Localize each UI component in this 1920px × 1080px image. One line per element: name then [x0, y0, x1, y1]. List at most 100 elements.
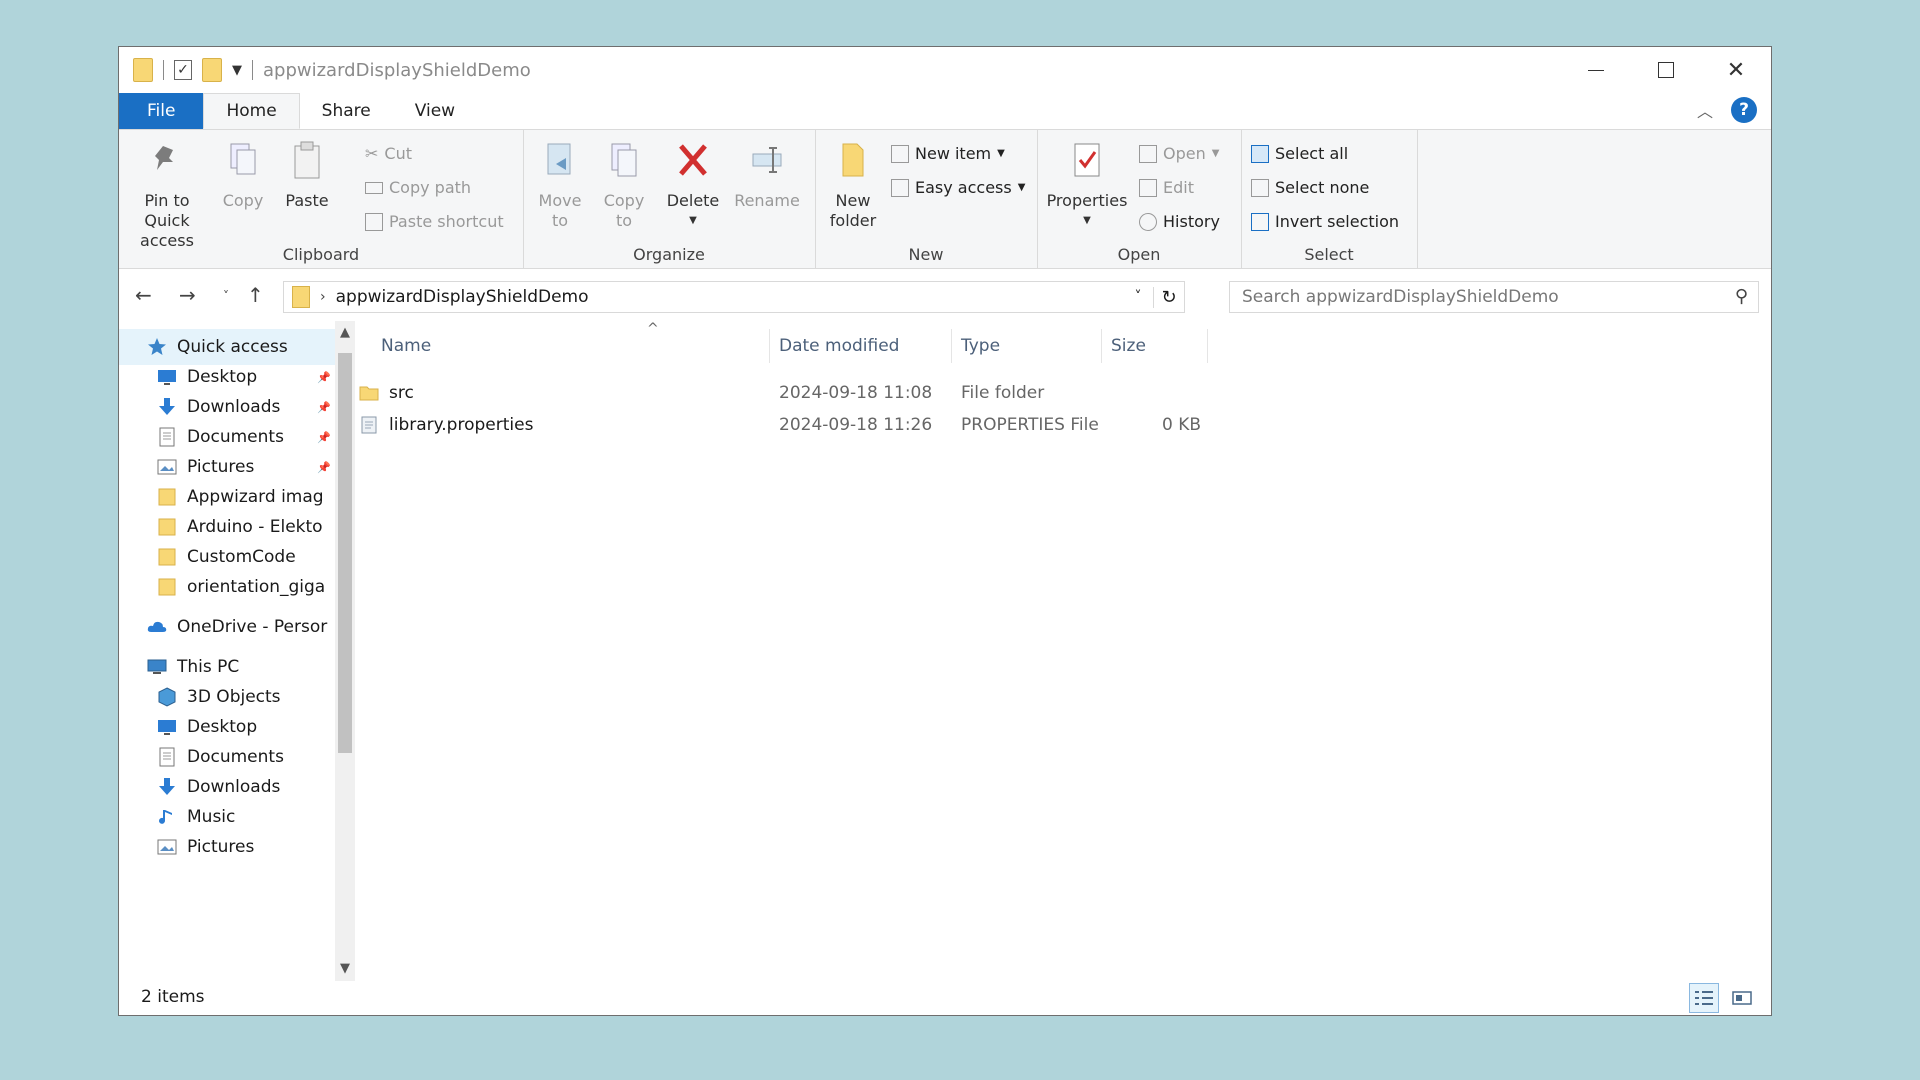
file-icon	[361, 416, 377, 434]
easy-access-label: Easy access	[915, 178, 1012, 197]
table-row[interactable]: library.properties 2024-09-18 11:26 PROP…	[355, 409, 1255, 441]
copy-to-button[interactable]: Copy to	[597, 140, 651, 231]
pin-to-quick-access-button[interactable]: Pin to Quick access	[127, 140, 207, 251]
copy-path-label: Copy path	[389, 178, 472, 197]
download-icon	[159, 778, 175, 795]
up-arrow-icon[interactable]: ↑	[247, 283, 264, 307]
folder-icon	[359, 386, 379, 401]
folder-icon	[292, 286, 310, 308]
new-folder-label-2: folder	[829, 211, 877, 230]
easy-access-icon	[891, 178, 909, 197]
column-size[interactable]: Size	[1111, 321, 1146, 371]
scroll-up-icon[interactable]: ▲	[335, 325, 355, 340]
desktop-icon	[158, 370, 176, 385]
copy-path-button[interactable]: Copy path	[365, 178, 471, 197]
delete-dropdown-icon[interactable]: ▼	[663, 211, 723, 231]
new-group-label: New	[908, 245, 944, 264]
collapse-ribbon-icon[interactable]: ︿	[1697, 98, 1713, 122]
column-type[interactable]: Type	[961, 321, 1000, 371]
column-divider[interactable]	[951, 329, 952, 363]
window-title: appwizardDisplayShieldDemo	[263, 59, 531, 81]
close-button[interactable]: ✕	[1701, 47, 1771, 93]
recent-locations-icon[interactable]: ˅	[223, 289, 229, 303]
tab-view[interactable]: View	[393, 93, 477, 129]
pin-label-1: Pin to Quick	[144, 191, 190, 230]
document-icon	[159, 747, 175, 767]
new-folder-icon[interactable]	[202, 58, 222, 82]
column-name[interactable]: Name	[381, 321, 431, 371]
select-group-label: Select	[1304, 245, 1354, 264]
refresh-icon[interactable]: ↻	[1153, 286, 1184, 308]
pin-icon[interactable]: 📌	[317, 371, 331, 384]
sidebar-item[interactable]: OneDrive - Persor	[119, 609, 335, 645]
minimize-button[interactable]	[1561, 47, 1631, 93]
date-cell: 2024-09-18 11:08	[779, 383, 933, 403]
back-arrow-icon[interactable]: ←	[135, 283, 152, 307]
properties-label: Properties	[1046, 191, 1128, 210]
column-divider[interactable]	[1101, 329, 1102, 363]
open-label: Open	[1163, 144, 1206, 163]
column-divider[interactable]	[769, 329, 770, 363]
pin-icon[interactable]: 📌	[317, 431, 331, 444]
select-all-button[interactable]: Select all	[1251, 144, 1348, 163]
delete-button[interactable]: Delete ▼	[663, 140, 723, 231]
sidebar-item-label: This PC	[177, 657, 240, 677]
name-cell: library.properties	[359, 409, 533, 441]
new-item-button[interactable]: New item ▼	[891, 144, 1005, 163]
table-row[interactable]: src 2024-09-18 11:08 File folder	[355, 377, 1255, 409]
sidebar-item[interactable]: orientation_giga	[119, 569, 335, 605]
rename-button[interactable]: Rename	[731, 140, 803, 211]
paste-shortcut-button[interactable]: Paste shortcut	[365, 212, 504, 231]
column-date-modified[interactable]: Date modified	[779, 321, 899, 371]
sidebar-item-label: Downloads	[187, 397, 281, 417]
new-folder-button[interactable]: New folder	[823, 140, 883, 231]
select-none-button[interactable]: Select none	[1251, 178, 1369, 197]
move-to-label-2: to	[551, 211, 569, 230]
select-none-label: Select none	[1275, 178, 1370, 197]
tab-home[interactable]: Home	[203, 93, 300, 129]
large-icons-view-button[interactable]	[1727, 983, 1757, 1013]
tab-share[interactable]: Share	[300, 93, 393, 129]
scrollbar-thumb[interactable]	[338, 353, 352, 753]
edit-button[interactable]: Edit	[1139, 178, 1194, 197]
dropdown-arrow-icon: ▼	[1017, 182, 1026, 193]
details-view-button[interactable]	[1689, 983, 1719, 1013]
invert-selection-button[interactable]: Invert selection	[1251, 212, 1399, 231]
folder-icon	[133, 58, 153, 82]
cut-button[interactable]: ✂ Cut	[365, 144, 412, 163]
properties-dropdown-icon[interactable]: ▼	[1045, 211, 1129, 231]
maximize-button[interactable]	[1631, 47, 1701, 93]
move-to-button[interactable]: Move to	[533, 140, 587, 231]
pin-icon[interactable]: 📌	[317, 401, 331, 414]
paste-button[interactable]: Paste	[279, 140, 335, 211]
breadcrumb[interactable]: appwizardDisplayShieldDemo	[336, 287, 589, 307]
open-button[interactable]: Open ▼	[1139, 144, 1219, 163]
column-divider[interactable]	[1207, 329, 1208, 363]
copy-button[interactable]: Copy	[215, 140, 271, 211]
address-bar[interactable]: › appwizardDisplayShieldDemo ˅ ↻	[283, 281, 1185, 313]
breadcrumb-chevron-icon[interactable]: ›	[320, 289, 326, 305]
copy-to-label-1: Copy	[603, 191, 645, 210]
forward-arrow-icon[interactable]: →	[179, 283, 196, 307]
help-icon[interactable]: ?	[1731, 97, 1757, 123]
search-icon[interactable]: ⚲	[1735, 286, 1748, 307]
scroll-down-icon[interactable]: ▼	[335, 961, 355, 976]
tab-file[interactable]: File	[119, 93, 204, 129]
ribbon-controls: ︿ ?	[1697, 97, 1757, 123]
select-none-icon	[1251, 178, 1269, 197]
copy-to-label-2: to	[615, 211, 633, 230]
properties-check-icon[interactable]: ✓	[174, 60, 192, 80]
customize-toolbar-icon[interactable]: ▼	[232, 63, 242, 78]
properties-button[interactable]: Properties ▼	[1045, 140, 1129, 231]
item-count: 2 items	[141, 987, 205, 1007]
sidebar-item-label: Downloads	[187, 777, 281, 797]
invert-selection-icon	[1251, 212, 1269, 231]
sidebar-item[interactable]: Pictures	[119, 829, 335, 865]
search-input[interactable]: Search appwizardDisplayShieldDemo ⚲	[1229, 281, 1759, 313]
folder-icon	[158, 488, 176, 506]
easy-access-button[interactable]: Easy access ▼	[891, 178, 1025, 197]
pin-icon[interactable]: 📌	[317, 461, 331, 474]
address-dropdown-icon[interactable]: ˅	[1123, 289, 1153, 305]
navigation-scrollbar[interactable]: ▲ ▼	[335, 321, 355, 981]
history-button[interactable]: History	[1139, 212, 1220, 231]
